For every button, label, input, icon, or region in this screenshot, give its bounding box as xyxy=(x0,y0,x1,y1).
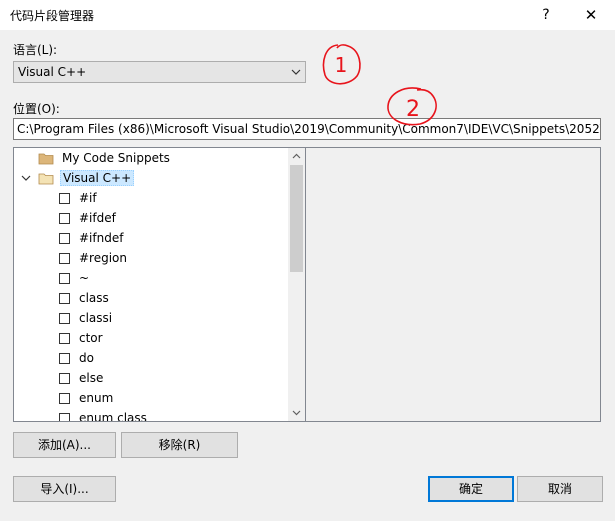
checkbox-icon[interactable] xyxy=(59,372,70,384)
language-select-value: Visual C++ xyxy=(18,65,87,79)
checkbox-icon[interactable] xyxy=(59,412,70,421)
title-bar: 代码片段管理器 ? ✕ xyxy=(0,0,615,30)
tree-snippet-item[interactable]: #if xyxy=(59,189,99,207)
tree-snippet-label: enum class xyxy=(79,411,147,422)
tree-snippet-label: #if xyxy=(79,191,97,205)
add-button[interactable]: 添加(A)... xyxy=(13,432,116,458)
tree-snippet-label: classi xyxy=(79,311,113,325)
help-icon[interactable]: ? xyxy=(536,4,556,26)
tree-snippet-item[interactable]: ctor xyxy=(59,329,105,347)
tree-snippet-label: ctor xyxy=(79,331,103,345)
snippet-tree[interactable]: My Code Snippets Visual C++ #if #ifdef #if… xyxy=(13,147,306,422)
folder-icon xyxy=(38,153,54,164)
checkbox-icon[interactable] xyxy=(59,352,70,364)
checkbox-icon[interactable] xyxy=(59,212,70,224)
checkbox-icon[interactable] xyxy=(59,332,70,344)
folder-icon xyxy=(38,173,54,184)
tree-snippet-label: class xyxy=(79,291,109,305)
tree-snippet-item[interactable]: class xyxy=(59,289,111,307)
tree-snippet-label: else xyxy=(79,371,104,385)
tree-snippet-item[interactable]: do xyxy=(59,349,96,367)
scroll-down-icon[interactable] xyxy=(288,404,305,421)
close-icon[interactable]: ✕ xyxy=(578,4,604,26)
tree-folder-label: My Code Snippets xyxy=(62,151,170,165)
window-title: 代码片段管理器 xyxy=(10,9,95,23)
tree-snippet-label: do xyxy=(79,351,94,365)
checkbox-icon[interactable] xyxy=(59,232,70,244)
location-label: 位置(O): xyxy=(13,102,60,116)
remove-button[interactable]: 移除(R) xyxy=(121,432,238,458)
language-select[interactable]: Visual C++ xyxy=(13,61,306,83)
annotation-number-2: 2 xyxy=(406,97,420,122)
tree-scrollbar[interactable] xyxy=(288,148,305,421)
snippet-detail-panel xyxy=(305,147,601,422)
tree-folder-label: Visual C++ xyxy=(60,170,135,186)
scrollbar-thumb[interactable] xyxy=(290,165,303,272)
checkbox-icon[interactable] xyxy=(59,192,70,204)
tree-snippet-item[interactable]: ~ xyxy=(59,269,91,287)
checkbox-icon[interactable] xyxy=(59,272,70,284)
annotation-circle-2: 2 xyxy=(387,87,437,126)
scroll-up-icon[interactable] xyxy=(288,148,305,165)
tree-snippet-item[interactable]: enum xyxy=(59,389,115,407)
language-label: 语言(L): xyxy=(13,43,58,57)
chevron-down-icon[interactable] xyxy=(20,172,32,184)
chevron-down-icon xyxy=(291,69,301,75)
tree-snippet-item[interactable]: else xyxy=(59,369,105,387)
checkbox-icon[interactable] xyxy=(59,312,70,324)
location-path-text: C:\Program Files (x86)\Microsoft Visual … xyxy=(17,122,601,136)
tree-snippet-item[interactable]: #ifndef xyxy=(59,229,125,247)
tree-snippet-item[interactable]: enum class xyxy=(59,409,149,422)
ok-button[interactable]: 确定 xyxy=(428,476,514,502)
tree-snippet-label: enum xyxy=(79,391,114,405)
tree-snippet-label: #ifdef xyxy=(79,211,116,225)
tree-snippet-label: #region xyxy=(79,251,128,265)
location-path-field[interactable]: C:\Program Files (x86)\Microsoft Visual … xyxy=(13,118,601,140)
tree-snippet-item[interactable]: #ifdef xyxy=(59,209,118,227)
annotation-circle-1: 1 xyxy=(322,44,361,85)
tree-snippet-item[interactable]: #region xyxy=(59,249,129,267)
tree-folder-my-code-snippets[interactable]: My Code Snippets xyxy=(20,149,172,167)
annotation-number-1: 1 xyxy=(335,53,348,77)
checkbox-icon[interactable] xyxy=(59,392,70,404)
checkbox-icon[interactable] xyxy=(59,292,70,304)
tree-snippet-item[interactable]: classi xyxy=(59,309,114,327)
tree-folder-visual-cpp[interactable]: Visual C++ xyxy=(20,169,135,187)
checkbox-icon[interactable] xyxy=(59,252,70,264)
tree-snippet-label: #ifndef xyxy=(79,231,124,245)
cancel-button[interactable]: 取消 xyxy=(517,476,603,502)
import-button[interactable]: 导入(I)... xyxy=(13,476,116,502)
tree-snippet-label: ~ xyxy=(79,271,90,285)
